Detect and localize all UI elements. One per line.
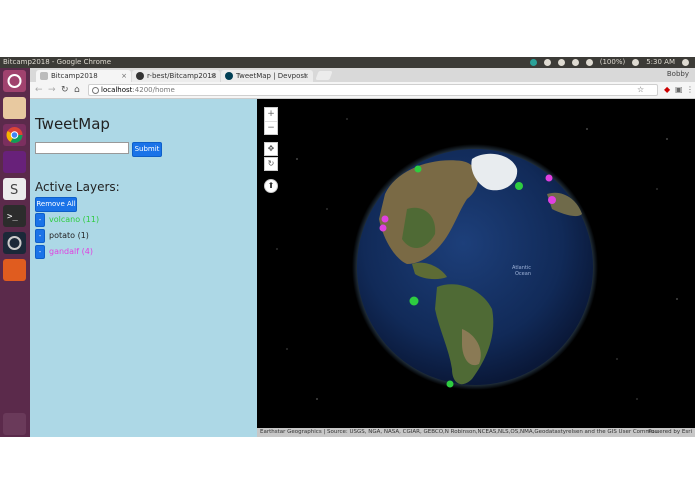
- ocean-label: Ocean: [515, 271, 531, 277]
- browser-toolbar: ← → ↻ ⌂ localhost:4200/home ☆ ◆ ▣ ⋮: [30, 82, 695, 99]
- teal-app-icon[interactable]: [529, 59, 537, 66]
- address-bar[interactable]: localhost:4200/home: [88, 84, 658, 96]
- files-icon[interactable]: [3, 97, 26, 119]
- postman-icon[interactable]: [3, 259, 26, 281]
- volcano-marker[interactable]: [446, 380, 454, 388]
- remove-layer-button[interactable]: -: [35, 245, 45, 259]
- volcano-marker[interactable]: [409, 296, 419, 306]
- layer-row-gandalf: - gandalf (4): [35, 245, 235, 259]
- github-icon: [136, 72, 144, 80]
- web-page: TweetMap Submit Active Layers: Remove Al…: [30, 99, 695, 437]
- remove-all-button[interactable]: Remove All: [35, 197, 77, 212]
- wifi-icon[interactable]: [557, 59, 565, 66]
- steam-icon[interactable]: [3, 232, 26, 254]
- volcano-marker[interactable]: [414, 165, 422, 173]
- gandalf-marker[interactable]: [548, 196, 556, 204]
- home-icon[interactable]: ⌂: [74, 84, 80, 96]
- layer-row-potato: - potato (1): [35, 229, 235, 243]
- gandalf-marker[interactable]: [545, 174, 553, 182]
- close-tab-icon[interactable]: ×: [303, 70, 309, 82]
- back-arrow-icon[interactable]: ←: [35, 84, 43, 96]
- sublime-icon[interactable]: S: [3, 178, 26, 200]
- layer-label: potato (1): [49, 231, 89, 240]
- url-host: localhost: [101, 86, 133, 94]
- tab-bitcamp2018[interactable]: Bitcamp2018 ×: [36, 70, 131, 82]
- os-top-panel: Bitcamp2018 - Google Chrome (100%) 5:30 …: [0, 57, 695, 68]
- volume-icon[interactable]: [632, 59, 640, 66]
- chrome-icon[interactable]: [3, 124, 26, 146]
- svg-text:>_: >_: [7, 212, 18, 222]
- tab-label: r-best/Bitcamp2018: [147, 72, 217, 80]
- tab-devpost[interactable]: TweetMap | Devpost ×: [221, 70, 313, 82]
- compass-button[interactable]: ⬆: [264, 179, 278, 193]
- zoom-in-button[interactable]: +: [265, 108, 277, 121]
- ubuntu-logo-icon[interactable]: [3, 70, 26, 92]
- map-attribution: Earthstar Geographics | Source: USGS, NG…: [257, 428, 695, 437]
- visual-studio-code-icon[interactable]: [3, 151, 26, 173]
- control-panel: TweetMap Submit Active Layers: Remove Al…: [30, 99, 257, 437]
- tab-github[interactable]: r-best/Bitcamp2018 ×: [132, 70, 220, 82]
- close-tab-icon[interactable]: ×: [121, 70, 127, 82]
- bookmark-star-icon[interactable]: ☆: [637, 85, 644, 95]
- site-info-icon[interactable]: [92, 87, 99, 94]
- bluetooth-icon[interactable]: [571, 59, 579, 66]
- close-tab-icon[interactable]: ×: [210, 70, 216, 82]
- globe-map-view[interactable]: Atlantic Ocean + − ✥ ↻ ⬆ Earthstar Geogr…: [257, 99, 695, 437]
- battery-percent[interactable]: (100%): [600, 57, 625, 68]
- page-favicon-icon: [40, 72, 48, 80]
- gandalf-marker[interactable]: [381, 215, 389, 223]
- search-input[interactable]: [35, 142, 129, 154]
- layer-label: gandalf (4): [49, 247, 93, 256]
- zoom-control: + −: [264, 107, 278, 135]
- submit-button[interactable]: Submit: [132, 142, 162, 157]
- extension-icon[interactable]: ▣: [675, 85, 683, 95]
- layer-row-volcano: - volcano (11): [35, 213, 235, 227]
- url-path: :4200/home: [132, 86, 175, 94]
- tab-label: Bitcamp2018: [51, 72, 98, 80]
- remove-layer-button[interactable]: -: [35, 213, 45, 227]
- tab-label: TweetMap | Devpost: [236, 72, 307, 80]
- new-tab-button[interactable]: [315, 71, 333, 80]
- volcano-marker[interactable]: [515, 182, 523, 190]
- profile-name[interactable]: Bobby: [667, 68, 689, 81]
- devpost-icon: [225, 72, 233, 80]
- powered-by-link[interactable]: Powered by Esri: [648, 428, 692, 437]
- trash-icon[interactable]: [3, 413, 26, 435]
- active-layers-heading: Active Layers:: [35, 180, 120, 194]
- svg-text:S: S: [10, 183, 18, 198]
- menu-icon[interactable]: ⋮: [686, 85, 694, 95]
- zoom-out-button[interactable]: −: [265, 121, 277, 135]
- clock[interactable]: 5:30 AM: [646, 57, 675, 68]
- pan-mode-button[interactable]: ✥: [264, 142, 278, 156]
- attribution-text: Earthstar Geographics | Source: USGS, NG…: [260, 429, 660, 435]
- rotate-mode-button[interactable]: ↻: [264, 157, 278, 171]
- power-gear-icon[interactable]: [682, 59, 689, 66]
- browser-tab-strip: Bitcamp2018 × r-best/Bitcamp2018 × Tweet…: [30, 68, 695, 82]
- layer-label: volcano (11): [49, 215, 100, 224]
- extension-shield-icon[interactable]: ◆: [664, 85, 670, 95]
- remove-layer-button[interactable]: -: [35, 229, 45, 243]
- terminal-icon[interactable]: >_: [3, 205, 26, 227]
- app-title: TweetMap: [35, 115, 110, 133]
- ubuntu-launcher: S >_: [0, 68, 30, 437]
- desktop-screen: Bitcamp2018 - Google Chrome (100%) 5:30 …: [0, 57, 695, 437]
- battery-icon[interactable]: [585, 59, 593, 66]
- system-tray: (100%) 5:30 AM: [529, 57, 689, 68]
- mail-icon[interactable]: [543, 59, 551, 66]
- gandalf-marker[interactable]: [379, 224, 387, 232]
- globe-scene[interactable]: Atlantic Ocean: [257, 99, 695, 437]
- window-title: Bitcamp2018 - Google Chrome: [3, 58, 112, 66]
- reload-icon[interactable]: ↻: [61, 84, 69, 96]
- forward-arrow-icon[interactable]: →: [48, 84, 56, 96]
